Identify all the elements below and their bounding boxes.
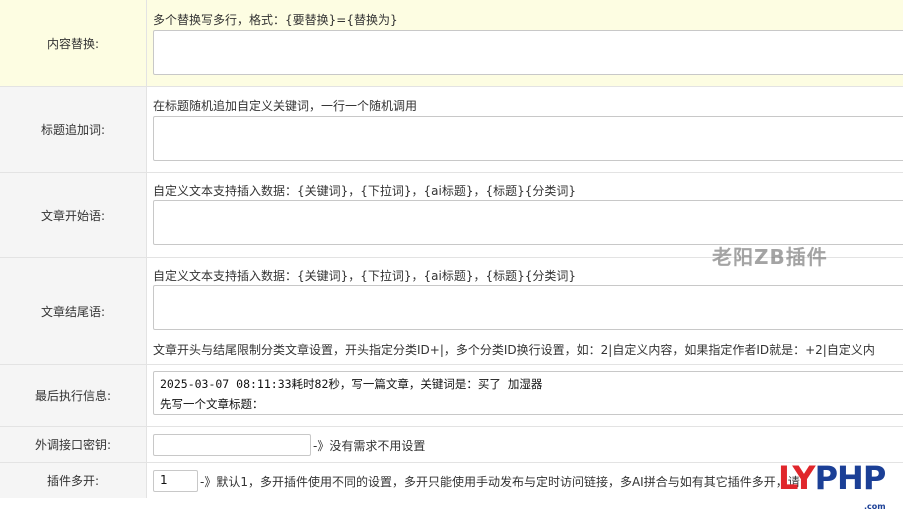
title-append-cell: 在标题随机追加自定义关键词，一行一个随机调用 — [147, 87, 903, 172]
row-title-append: 标题追加词: 在标题随机追加自定义关键词，一行一个随机调用 — [0, 87, 903, 173]
multi-open-label: 插件多开: — [0, 463, 147, 498]
article-end-label: 文章结尾语: — [0, 258, 147, 364]
title-append-textarea[interactable] — [153, 116, 903, 161]
row-multi-open: 插件多开: 1 -》默认1，多开插件使用不同的设置，多开只能使用手动发布与定时访… — [0, 463, 903, 498]
article-start-textarea[interactable] — [153, 200, 903, 245]
content-replace-textarea[interactable] — [153, 30, 903, 75]
last-exec-line-1: 2025-03-07 08:11:33耗时82秒，写一篇文章，关键词是：买了 加… — [160, 377, 543, 391]
last-exec-textarea[interactable]: 2025-03-07 08:11:33耗时82秒，写一篇文章，关键词是：买了 加… — [153, 371, 903, 415]
title-append-hint: 在标题随机追加自定义关键词，一行一个随机调用 — [153, 99, 418, 113]
article-end-cell: 自定义文本支持插入数据：{关键词}，{下拉词}，{ai标题}，{标题}{分类词}… — [147, 258, 903, 364]
logo-sub: .com — [864, 502, 886, 511]
api-key-cell: -》没有需求不用设置 — [147, 427, 903, 462]
article-start-hint: 自定义文本支持插入数据：{关键词}，{下拉词}，{ai标题}，{标题}{分类词} — [153, 184, 577, 198]
last-exec-cell: 2025-03-07 08:11:33耗时82秒，写一篇文章，关键词是：买了 加… — [147, 365, 903, 426]
content-replace-cell: 多个替换写多行，格式：{要替换}={替换为} — [147, 0, 903, 86]
content-replace-label: 内容替换: — [0, 0, 147, 86]
article-start-label: 文章开始语: — [0, 173, 147, 257]
article-end-note: 文章开头与结尾限制分类文章设置，开头指定分类ID+|，多个分类ID换行设置，如：… — [153, 343, 875, 357]
title-append-label: 标题追加词: — [0, 87, 147, 172]
row-content-replace: 内容替换: 多个替换写多行，格式：{要替换}={替换为} — [0, 0, 903, 87]
last-exec-line-2: 先写一个文章标题： — [160, 397, 264, 411]
multi-open-input[interactable]: 1 — [153, 470, 198, 492]
multi-open-hint: -》默认1，多开插件使用不同的设置，多开只能使用手动发布与定时访问链接，多AI拼… — [200, 475, 800, 489]
api-key-label: 外调接口密钥: — [0, 427, 147, 462]
row-last-exec: 最后执行信息: 2025-03-07 08:11:33耗时82秒，写一篇文章，关… — [0, 365, 903, 427]
api-key-input[interactable] — [153, 434, 311, 456]
content-replace-hint: 多个替换写多行，格式：{要替换}={替换为} — [153, 13, 398, 27]
article-end-textarea[interactable] — [153, 285, 903, 330]
last-exec-label: 最后执行信息: — [0, 365, 147, 426]
logo-ly: LY — [778, 459, 816, 497]
article-end-hint: 自定义文本支持插入数据：{关键词}，{下拉词}，{ai标题}，{标题}{分类词} — [153, 269, 577, 283]
row-api-key: 外调接口密钥: -》没有需求不用设置 — [0, 427, 903, 463]
api-key-hint: -》没有需求不用设置 — [313, 439, 426, 453]
lyphp-logo-watermark: LYPHP .com — [778, 458, 886, 511]
watermark-text: 老阳ZB插件 — [712, 245, 828, 269]
row-article-end: 文章结尾语: 自定义文本支持插入数据：{关键词}，{下拉词}，{ai标题}，{标… — [0, 258, 903, 365]
